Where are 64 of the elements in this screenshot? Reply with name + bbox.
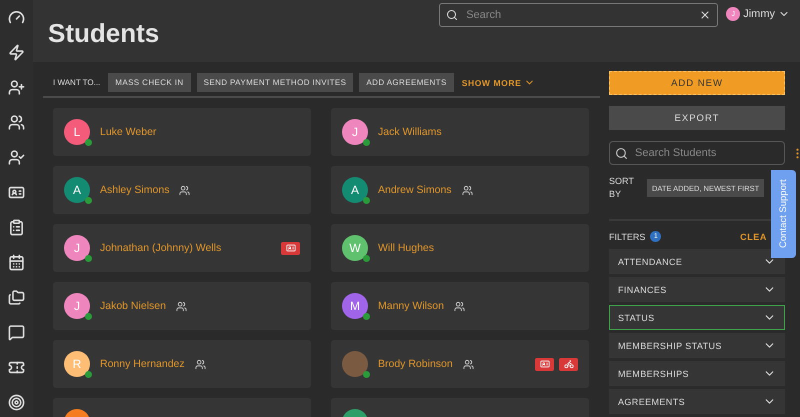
contact-support-tab[interactable]: Contact Support: [771, 170, 796, 258]
toolbar-label: I WANT TO...: [53, 78, 100, 87]
student-name[interactable]: Brody Robinson: [378, 358, 453, 370]
student-name[interactable]: Ronny Hernandez: [100, 358, 185, 370]
student-card[interactable]: J Johnathan (Johnny) Wells: [53, 224, 311, 272]
folders-icon[interactable]: [6, 288, 26, 306]
student-avatar: J: [64, 235, 90, 261]
clear-link[interactable]: CLEA: [740, 232, 767, 242]
search-field[interactable]: Search: [464, 8, 694, 22]
filter-dropdown[interactable]: MEMBERSHIPS: [609, 361, 785, 386]
student-card[interactable]: L Luke Weber: [53, 108, 311, 156]
user-name[interactable]: Jimmy: [743, 8, 775, 20]
close-icon[interactable]: [699, 9, 712, 21]
student-avatar: A: [64, 177, 90, 203]
student-name[interactable]: Manny Wilson: [378, 300, 444, 312]
filter-dropdown[interactable]: AGREEMENTS: [609, 389, 785, 414]
add-new-button[interactable]: ADD NEW: [609, 71, 785, 95]
student-name[interactable]: Luke Weber: [100, 126, 156, 138]
search-icon: [446, 9, 458, 21]
action-button[interactable]: SEND PAYMENT METHOD INVITES: [196, 73, 354, 92]
student-card[interactable]: M Manny Wilson: [331, 282, 589, 330]
filters-label: FILTERS: [609, 232, 646, 242]
filter-dropdown[interactable]: FINANCES: [609, 277, 785, 302]
filter-dropdown[interactable]: STATUS: [609, 305, 785, 330]
filter-dropdown[interactable]: MEMBERSHIP STATUS: [609, 333, 785, 358]
chat-icon[interactable]: [6, 323, 26, 341]
add-user-icon[interactable]: [6, 78, 26, 96]
student-avatar: A: [342, 177, 368, 203]
student-card[interactable]: Brody Robinson: [331, 340, 589, 388]
student-name[interactable]: Jakob Nielsen: [100, 300, 166, 312]
student-card[interactable]: A Andrew Simons: [331, 166, 589, 214]
users-icon[interactable]: [6, 113, 26, 131]
student-card[interactable]: W Will Hughes: [331, 224, 589, 272]
student-avatar: R: [64, 351, 90, 377]
student-avatar: J: [342, 119, 368, 145]
student-card[interactable]: A Ashley Simons: [53, 166, 311, 214]
student-name[interactable]: Ashley Simons: [100, 184, 170, 196]
search-bar[interactable]: Search: [439, 3, 718, 27]
student-card[interactable]: R Ronny Hernandez: [53, 340, 311, 388]
student-avatar: M: [342, 293, 368, 319]
search-icon: [615, 146, 628, 160]
action-button[interactable]: ADD AGREEMENTS: [359, 73, 454, 92]
action-button[interactable]: MASS CHECK IN: [108, 73, 191, 92]
student-name[interactable]: Jack Williams: [378, 126, 442, 138]
student-card[interactable]: J Jakob Nielsen: [53, 282, 311, 330]
student-name[interactable]: Andrew Simons: [378, 184, 452, 196]
lightning-icon[interactable]: [6, 43, 26, 61]
student-avatar: L: [64, 119, 90, 145]
student-search-field[interactable]: Search Students: [633, 146, 779, 160]
user-check-icon[interactable]: [6, 148, 26, 166]
target-icon[interactable]: [6, 393, 26, 411]
calendar-icon[interactable]: [6, 253, 26, 271]
sort-label: SORT BY: [609, 175, 635, 201]
student-avatar: J: [64, 293, 90, 319]
page-title: Students: [48, 18, 160, 49]
student-search-bar[interactable]: Search Students: [609, 141, 785, 165]
gauge-icon[interactable]: [6, 8, 26, 26]
show-more-button[interactable]: SHOW MORE: [460, 77, 538, 88]
student-name[interactable]: Will Hughes: [378, 242, 434, 254]
student-avatar: W: [342, 235, 368, 261]
filter-dropdown[interactable]: ATTENDANCE: [609, 249, 785, 274]
export-button[interactable]: EXPORT: [609, 106, 785, 130]
student-card[interactable]: J Jack Williams: [331, 108, 589, 156]
student-name[interactable]: Johnathan (Johnny) Wells: [100, 242, 222, 254]
